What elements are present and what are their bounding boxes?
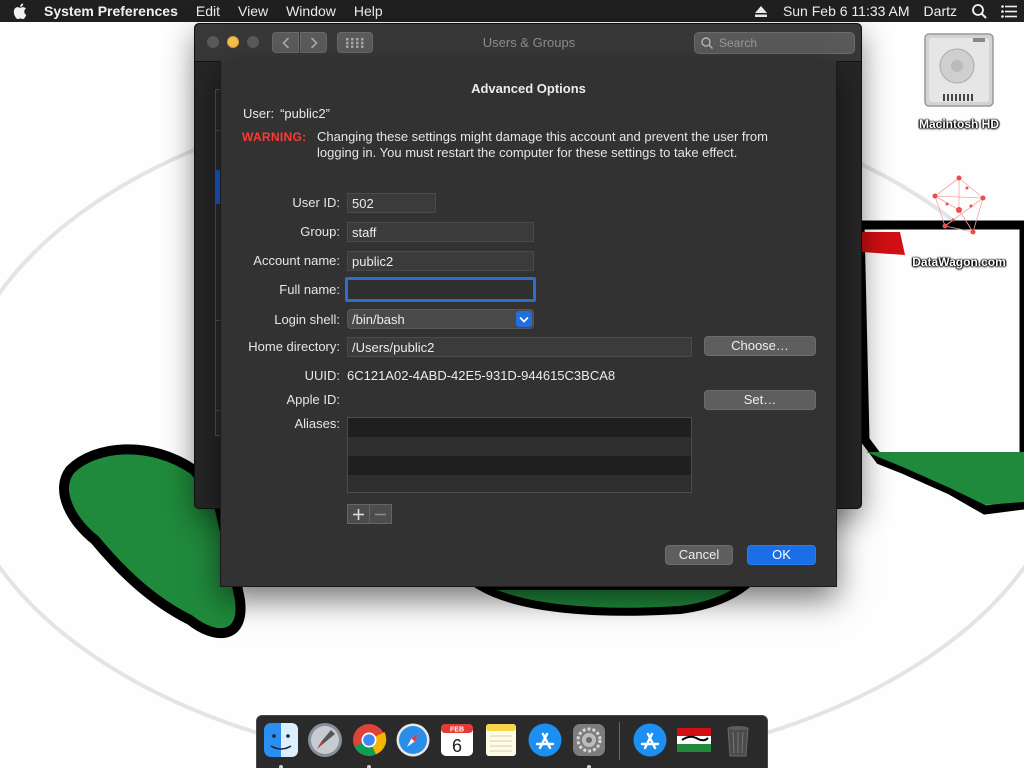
back-button[interactable] bbox=[272, 32, 299, 53]
desktop-icon-label: Macintosh HD bbox=[918, 117, 999, 131]
group-field[interactable] bbox=[347, 222, 534, 242]
eject-icon[interactable] bbox=[746, 0, 776, 22]
dock-separator bbox=[619, 722, 620, 760]
dock-item-trash[interactable] bbox=[720, 722, 756, 760]
dock-item-safari[interactable] bbox=[395, 722, 431, 760]
system-preferences-icon bbox=[573, 724, 605, 756]
login-shell-value: /bin/bash bbox=[352, 311, 405, 327]
dock-item-finder[interactable] bbox=[263, 722, 299, 768]
list-item[interactable] bbox=[348, 418, 691, 437]
add-alias-button[interactable] bbox=[348, 505, 369, 523]
close-window-button[interactable] bbox=[207, 36, 219, 48]
home-directory-label: Home directory: bbox=[248, 339, 340, 354]
chrome-icon bbox=[353, 724, 387, 756]
search-field[interactable] bbox=[694, 32, 855, 54]
minus-icon bbox=[375, 513, 387, 515]
list-item[interactable] bbox=[348, 475, 691, 492]
menu-window[interactable]: Window bbox=[277, 0, 345, 22]
login-shell-select[interactable]: /bin/bash bbox=[347, 309, 534, 329]
app-store-icon bbox=[633, 723, 667, 757]
advanced-options-sheet: Advanced Options User: “public2” WARNING:… bbox=[220, 61, 837, 587]
remove-alias-button[interactable] bbox=[369, 505, 391, 523]
dock-item-calendar[interactable]: FEB 6 bbox=[439, 722, 475, 760]
calendar-day: 6 bbox=[452, 736, 462, 756]
aliases-label: Aliases: bbox=[294, 416, 340, 431]
safari-icon bbox=[396, 723, 430, 757]
login-shell-label: Login shell: bbox=[274, 312, 340, 327]
chevron-right-icon bbox=[310, 36, 318, 49]
launchpad-icon bbox=[308, 723, 342, 757]
calendar-month: FEB bbox=[450, 727, 464, 734]
list-item[interactable] bbox=[348, 456, 691, 475]
hard-drive-icon bbox=[924, 33, 994, 107]
user-line: User: “public2” bbox=[243, 106, 330, 121]
dock-item-system-preferences[interactable] bbox=[571, 722, 607, 768]
menu-help[interactable]: Help bbox=[345, 0, 392, 22]
menu-user[interactable]: Dartz bbox=[917, 0, 964, 22]
menu-view[interactable]: View bbox=[229, 0, 277, 22]
menu-app-name[interactable]: System Preferences bbox=[40, 0, 187, 22]
window-title: Users & Groups bbox=[482, 35, 576, 50]
grid-icon bbox=[346, 37, 364, 48]
menu-bar: System Preferences Edit View Window Help… bbox=[0, 0, 1024, 22]
user-id-label: User ID: bbox=[292, 195, 340, 210]
notes-icon bbox=[486, 724, 516, 756]
apple-id-label: Apple ID: bbox=[286, 392, 340, 407]
spotlight-icon[interactable] bbox=[964, 0, 994, 22]
choose-button[interactable]: Choose… bbox=[704, 336, 816, 356]
forward-button[interactable] bbox=[300, 32, 327, 53]
notification-center-icon[interactable] bbox=[994, 0, 1024, 22]
calendar-icon: FEB 6 bbox=[441, 724, 473, 756]
chevron-down-icon bbox=[516, 311, 532, 327]
user-label: User: bbox=[243, 106, 275, 121]
minimize-window-button[interactable] bbox=[227, 36, 239, 48]
aliases-list[interactable] bbox=[347, 417, 692, 493]
account-name-label: Account name: bbox=[253, 253, 340, 268]
menu-clock[interactable]: Sun Feb 6 11:33 AM bbox=[776, 0, 917, 22]
warning-text: Changing these settings might damage thi… bbox=[317, 129, 768, 160]
search-input[interactable] bbox=[719, 36, 829, 50]
alias-add-remove-control bbox=[347, 504, 392, 524]
show-all-button[interactable] bbox=[337, 32, 373, 53]
home-directory-field[interactable] bbox=[347, 337, 692, 357]
ok-button[interactable]: OK bbox=[747, 545, 816, 565]
group-label: Group: bbox=[300, 224, 340, 239]
cancel-button[interactable]: Cancel bbox=[665, 545, 733, 565]
uuid-value: 6C121A02-4ABD-42E5-931D-944615C3BCA8 bbox=[347, 368, 616, 383]
set-apple-id-button[interactable]: Set… bbox=[704, 390, 816, 410]
full-name-label: Full name: bbox=[279, 282, 340, 297]
dock-item-notes[interactable] bbox=[483, 722, 519, 760]
menu-edit[interactable]: Edit bbox=[187, 0, 229, 22]
full-name-field[interactable] bbox=[345, 277, 536, 302]
zoom-window-button[interactable] bbox=[247, 36, 259, 48]
dock-item-app-store[interactable] bbox=[527, 722, 563, 760]
desktop-icon-macintosh-hd[interactable]: Macintosh HD bbox=[904, 30, 1014, 131]
search-icon bbox=[701, 37, 713, 49]
finder-icon bbox=[264, 723, 298, 757]
flag-app-icon bbox=[677, 728, 711, 752]
dock-item-chrome[interactable] bbox=[351, 722, 387, 768]
dock-item-flag-app[interactable] bbox=[676, 722, 712, 760]
uuid-label: UUID: bbox=[304, 368, 340, 383]
dock-item-launchpad[interactable] bbox=[307, 722, 343, 760]
desktop-icon-label: DataWagon.com bbox=[912, 255, 1006, 269]
account-name-field[interactable] bbox=[347, 251, 534, 271]
dock-item-app-store-download[interactable] bbox=[632, 722, 668, 760]
trash-icon bbox=[727, 726, 749, 757]
window-titlebar: Users & Groups bbox=[195, 24, 861, 62]
apple-menu-icon[interactable] bbox=[0, 3, 40, 19]
desktop-icon-datawagon[interactable]: DataWagon.com bbox=[904, 172, 1014, 269]
plus-icon bbox=[353, 508, 365, 520]
network-graph-icon bbox=[932, 175, 986, 235]
user-value: “public2” bbox=[280, 106, 330, 121]
app-store-icon bbox=[528, 723, 562, 757]
list-item[interactable] bbox=[348, 437, 691, 456]
dock: FEB 6 bbox=[256, 715, 768, 768]
user-id-field[interactable] bbox=[347, 193, 436, 213]
chevron-left-icon bbox=[281, 36, 289, 49]
warning-label: WARNING: bbox=[242, 130, 307, 144]
sheet-title: Advanced Options bbox=[471, 81, 586, 96]
